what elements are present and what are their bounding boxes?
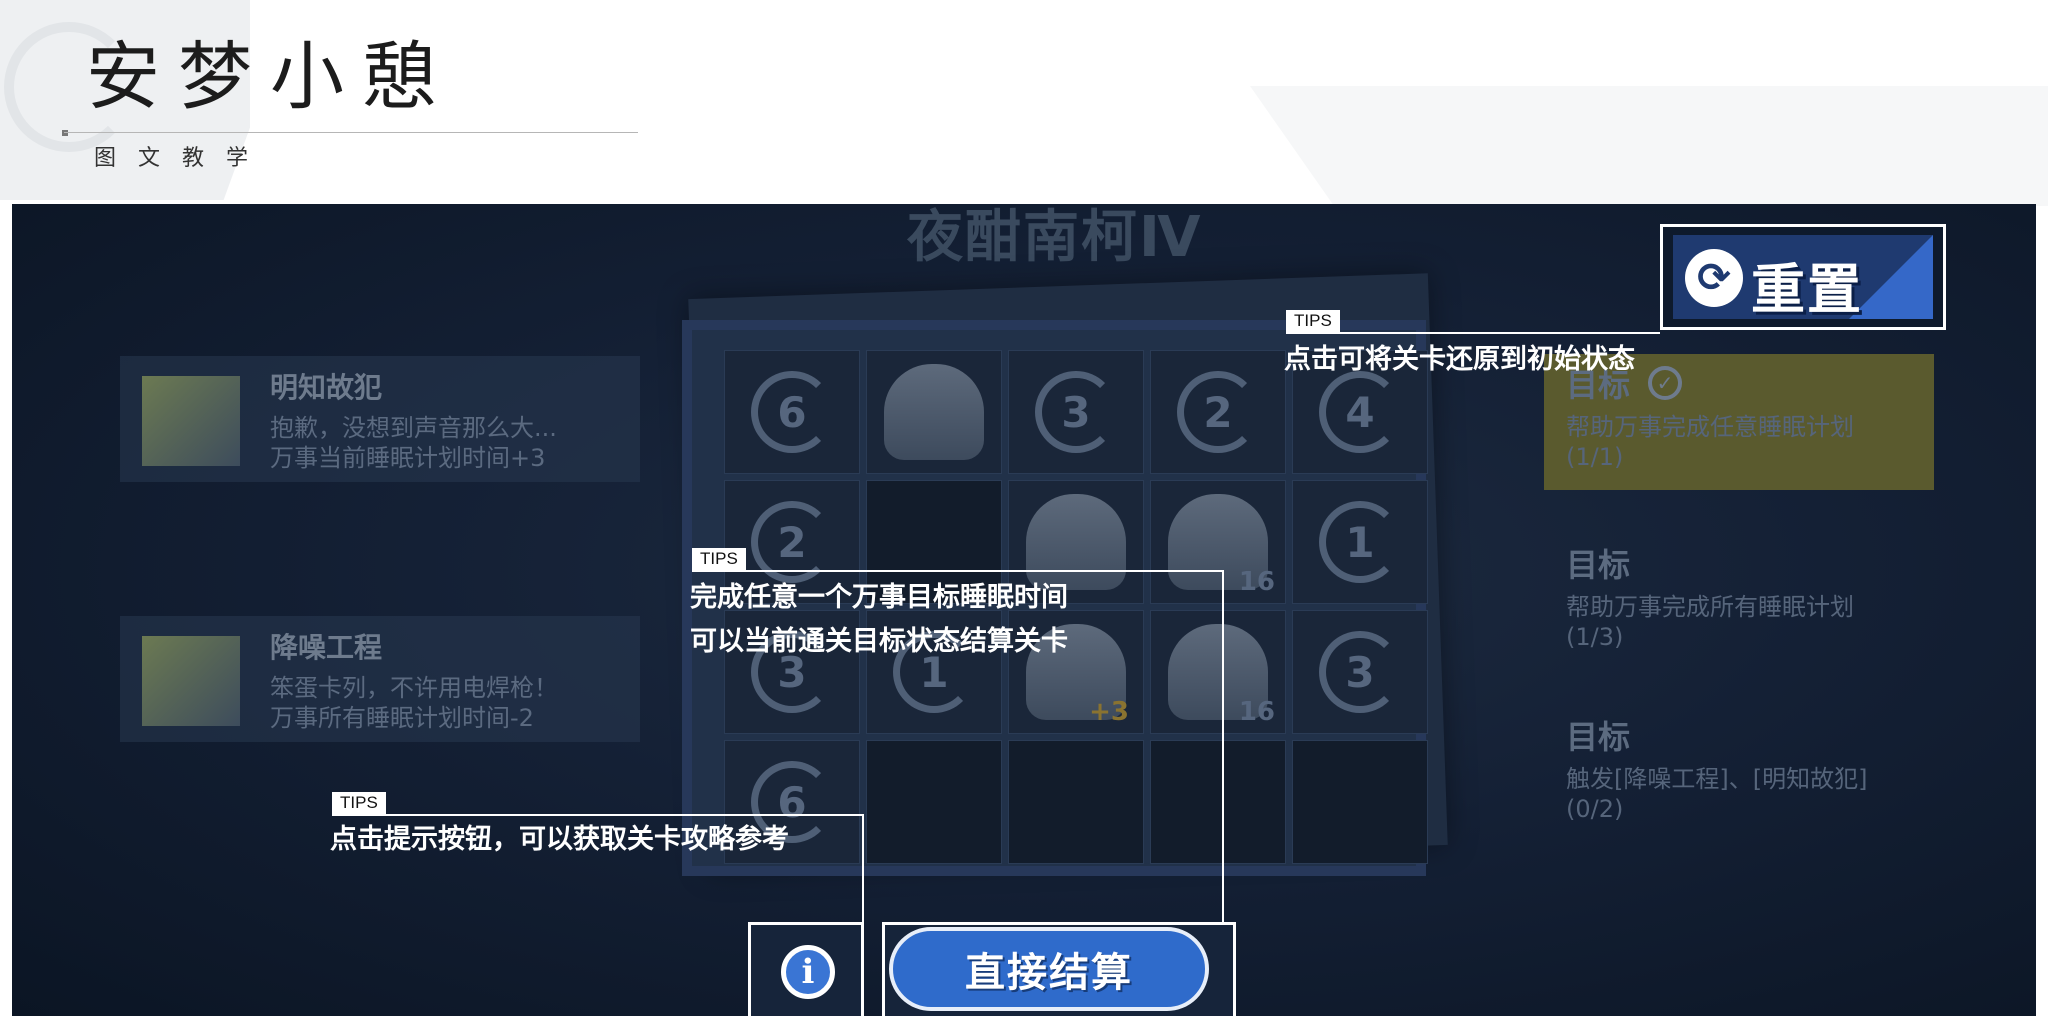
board-cell[interactable]: 3 [1292,610,1428,734]
event-effect: 万事所有睡眠计划时间-2 [270,704,534,732]
event-card: 明知故犯 抱歉，没想到声音那么大... 万事当前睡眠计划时间+3 [120,356,640,482]
board-cell[interactable]: 6 [724,350,860,474]
turn-counter: 3 [1319,631,1401,713]
info-icon[interactable]: i [781,945,835,999]
tip-text: 完成任意一个万事目标睡眠时间 [690,582,1068,613]
event-portrait [142,636,240,726]
tip-tag: TIPS [1286,310,1340,332]
board-cell[interactable] [1292,740,1428,864]
event-name: 降噪工程 [270,631,383,664]
reset-button-label: 重置 [1751,258,1863,321]
tip-text: 点击提示按钮，可以获取关卡攻略参考 [330,824,789,855]
board-cell[interactable] [866,740,1002,864]
tip-leader-line [862,814,864,922]
board-cell[interactable] [1150,740,1286,864]
page-subtitle: 图文教学 [94,146,271,171]
turn-counter: 1 [1319,501,1401,583]
board-cell[interactable]: 16 [1150,480,1286,604]
board-cell[interactable]: 1 [1292,480,1428,604]
objective-description: 帮助万事完成所有睡眠计划(1/3) [1566,593,1854,651]
event-card: 降噪工程 笨蛋卡列，不许用电焊枪！ 万事所有睡眠计划时间-2 [120,616,640,742]
objective-heading: 目标 [1566,718,1631,756]
objective-description: 帮助万事完成任意睡眠计划(1/1) [1566,413,1854,471]
sleep-time-badge: 16 [1238,567,1275,597]
reset-button[interactable]: ⟳ 重置 [1660,224,1946,330]
tip-tag: TIPS [692,548,746,570]
settle-button[interactable]: 直接结算 [889,927,1209,1011]
settle-button-highlight: 直接结算 [882,922,1236,1016]
tip-leader-line [1286,332,1660,334]
header-right-shape [1250,86,2048,206]
event-portrait [142,376,240,466]
sleep-time-badge: 16 [1238,697,1275,727]
tip-text: 可以当前通关目标状态结算关卡 [690,626,1068,657]
board-cell[interactable]: 3 [1008,350,1144,474]
board-cell[interactable]: 16 [1150,610,1286,734]
board-cell[interactable]: 2 [1150,350,1286,474]
tip-text: 点击可将关卡还原到初始状态 [1284,344,1635,375]
tip-leader-line [1222,570,1224,922]
page-title: 安梦小憩 [86,34,454,120]
title-rule-dot [62,130,68,136]
event-effect: 万事当前睡眠计划时间+3 [270,444,546,472]
turn-counter: 4 [1319,371,1401,453]
board-cell[interactable] [1008,740,1144,864]
turn-counter: 2 [1177,371,1259,453]
objective-description: 触发[降噪工程]、[明知故犯](0/2) [1566,765,1868,823]
board-cell[interactable] [866,350,1002,474]
turn-counter: 3 [1035,371,1117,453]
refresh-icon: ⟳ [1685,249,1743,307]
character-portrait [884,364,984,460]
objective-item: 目标 帮助万事完成所有睡眠计划(1/3) [1544,534,1934,670]
hint-button-highlight: i [748,922,864,1016]
turn-counter: 6 [751,371,833,453]
check-icon: ✓ [1648,366,1682,400]
event-name: 明知故犯 [270,371,383,404]
sleep-time-badge: +3 [1089,697,1129,727]
tip-leader-line [332,814,864,816]
tip-leader-line [692,570,1224,572]
level-name: 夜酣南柯Ⅳ [907,205,1203,270]
objective-item: 目标 触发[降噪工程]、[明知故犯](0/2) [1544,706,1934,842]
objective-heading: 目标 [1566,546,1631,584]
tip-tag: TIPS [332,792,386,814]
title-rule [64,132,638,133]
